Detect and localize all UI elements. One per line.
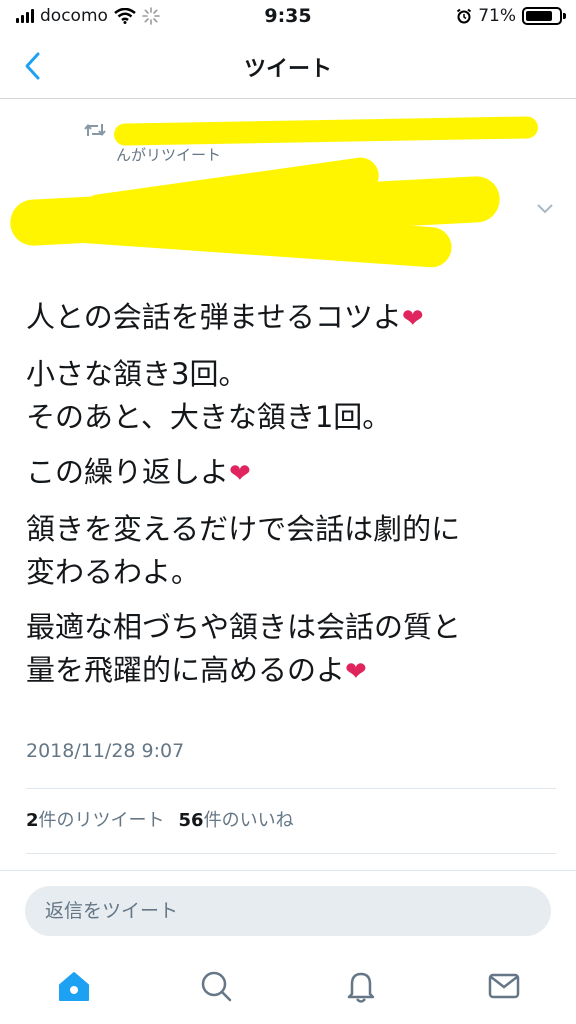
- retweet-label: 件のリツイート: [38, 810, 165, 831]
- nav-bar: ツイート: [0, 34, 576, 99]
- search-icon[interactable]: [196, 966, 236, 1006]
- tweet-line: この繰り返しよ: [26, 455, 230, 489]
- battery-icon: [522, 7, 566, 25]
- notifications-icon[interactable]: [341, 966, 381, 1006]
- retweeted-by-label: んがリツイート: [116, 146, 222, 164]
- page-title: ツイート: [243, 57, 332, 82]
- like-count-link[interactable]: 56件のいいね: [179, 810, 294, 831]
- tweet-paragraph: この繰り返しよ❤: [26, 451, 556, 496]
- retweet-count-link[interactable]: 2件のリツイート: [26, 810, 165, 831]
- tweet-timestamp[interactable]: 2018/11/28 9:07: [26, 740, 184, 762]
- like-label: 件のいいね: [203, 810, 294, 831]
- tab-bar: [0, 950, 576, 1024]
- status-bar: docomo 9:35 71%: [0, 0, 576, 34]
- reply-input[interactable]: 返信をツイート: [25, 886, 551, 936]
- messages-icon[interactable]: [484, 966, 524, 1006]
- status-right: 71%: [456, 6, 566, 26]
- retweet-count: 2: [26, 810, 39, 831]
- heart-emoji-icon: ❤: [229, 459, 251, 489]
- heart-emoji-icon: ❤: [401, 304, 424, 334]
- tweet-text: 人との会話を弾ませるコツよ❤ 小さな頷き3回。 そのあと、大きな頷き1回。 この繰り返…: [26, 296, 556, 694]
- tweet-line: 量を飛躍的に高めるのよ: [26, 653, 346, 687]
- alarm-icon: [457, 8, 472, 24]
- tweet-paragraph: 人との会話を弾ませるコツよ❤: [26, 296, 556, 341]
- divider: [26, 853, 556, 854]
- tweet-line: 小さな頷き3回。: [26, 357, 248, 391]
- divider: [26, 788, 556, 789]
- tweet-line: 頷きを変えるだけで会話は劇的に: [26, 512, 461, 546]
- tweet-paragraph: 最適な相づちや頷きは会話の質と 量を飛躍的に高めるのよ❤: [26, 606, 556, 694]
- tweet-paragraph: 小さな頷き3回。そのあと、大きな頷き1回。: [26, 353, 556, 439]
- heart-emoji-icon: ❤: [345, 657, 367, 687]
- engagement-stats: 2件のリツイート 56件のいいね: [26, 806, 294, 832]
- like-count: 56: [178, 810, 204, 831]
- home-icon[interactable]: [54, 966, 94, 1006]
- tweet-line: 変わるわよ。: [26, 555, 201, 589]
- retweet-icon: [84, 123, 106, 137]
- battery-percent: 71%: [478, 6, 516, 26]
- divider: [0, 870, 576, 871]
- tweet-line: 人との会話を弾ませるコツよ: [26, 300, 402, 334]
- chevron-down-icon[interactable]: [536, 202, 554, 216]
- author-header-redacted[interactable]: [9, 155, 501, 275]
- redaction-scribble: [113, 116, 539, 146]
- tweet-line: そのあと、大きな頷き1回。: [26, 400, 392, 434]
- tweet-paragraph: 頷きを変えるだけで会話は劇的に 変わるわよ。: [26, 508, 556, 594]
- tweet-line: 最適な相づちや頷きは会話の質と: [26, 610, 462, 644]
